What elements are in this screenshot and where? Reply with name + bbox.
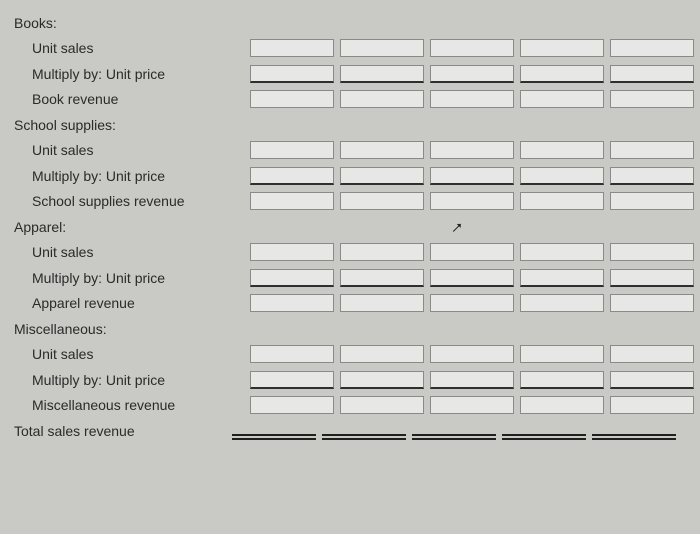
input-cell[interactable]: [430, 396, 514, 414]
input-cell[interactable]: [610, 371, 694, 389]
input-cell[interactable]: [250, 39, 334, 57]
section-header: Books:: [14, 15, 232, 31]
input-cell[interactable]: [430, 371, 514, 389]
input-cell[interactable]: [520, 269, 604, 287]
input-cell[interactable]: [520, 141, 604, 159]
input-cell[interactable]: [502, 422, 586, 440]
input-cell[interactable]: [250, 167, 334, 185]
input-cell[interactable]: [520, 294, 604, 312]
row-label: Unit sales: [14, 40, 250, 56]
row-label: Unit sales: [14, 346, 250, 362]
input-cell[interactable]: [430, 90, 514, 108]
input-cell[interactable]: [610, 90, 694, 108]
input-cell[interactable]: [520, 39, 604, 57]
row-label: Multiply by: Unit price: [14, 270, 250, 286]
input-cell[interactable]: [340, 192, 424, 210]
input-cell[interactable]: [610, 294, 694, 312]
input-cell[interactable]: [430, 141, 514, 159]
row-label: Multiply by: Unit price: [14, 66, 250, 82]
row-label: Multiply by: Unit price: [14, 168, 250, 184]
input-cell[interactable]: [250, 65, 334, 83]
input-cell[interactable]: [340, 90, 424, 108]
input-cell[interactable]: [322, 422, 406, 440]
input-cell[interactable]: [610, 39, 694, 57]
input-cell[interactable]: [250, 396, 334, 414]
input-cell[interactable]: [250, 192, 334, 210]
input-cell[interactable]: [340, 243, 424, 261]
input-cell[interactable]: [340, 294, 424, 312]
row-label: Book revenue: [14, 91, 250, 107]
total-label: Total sales revenue: [14, 423, 232, 439]
input-cell[interactable]: [610, 345, 694, 363]
row-label: Miscellaneous revenue: [14, 397, 250, 413]
input-cell[interactable]: [520, 243, 604, 261]
input-cell[interactable]: [430, 345, 514, 363]
revenue-worksheet: Books: Unit sales Multiply by: Unit price B…: [14, 10, 690, 444]
section-header: Miscellaneous:: [14, 321, 232, 337]
input-cell[interactable]: [250, 243, 334, 261]
input-cell[interactable]: [412, 422, 496, 440]
input-cell[interactable]: [520, 192, 604, 210]
input-cell[interactable]: [250, 345, 334, 363]
input-cell[interactable]: [520, 396, 604, 414]
input-cell[interactable]: [430, 192, 514, 210]
input-cell[interactable]: [610, 192, 694, 210]
input-cell[interactable]: [520, 371, 604, 389]
input-cell[interactable]: [250, 294, 334, 312]
input-cell[interactable]: [340, 167, 424, 185]
input-cell[interactable]: [610, 141, 694, 159]
input-cell[interactable]: [592, 422, 676, 440]
input-cell[interactable]: [340, 141, 424, 159]
input-cell[interactable]: [520, 65, 604, 83]
input-cell[interactable]: [430, 294, 514, 312]
input-cell[interactable]: [430, 65, 514, 83]
row-label: School supplies revenue: [14, 193, 250, 209]
input-cell[interactable]: [250, 90, 334, 108]
input-cell[interactable]: [430, 167, 514, 185]
input-cell[interactable]: [232, 422, 316, 440]
input-cell[interactable]: [610, 269, 694, 287]
section-header: Apparel:: [14, 219, 232, 235]
input-cell[interactable]: [340, 396, 424, 414]
row-label: Multiply by: Unit price: [14, 372, 250, 388]
input-cell[interactable]: [250, 371, 334, 389]
input-cell[interactable]: [610, 396, 694, 414]
input-cell[interactable]: [520, 167, 604, 185]
input-cell[interactable]: [610, 167, 694, 185]
input-cell[interactable]: [520, 90, 604, 108]
input-cell[interactable]: [520, 345, 604, 363]
input-cell[interactable]: [430, 39, 514, 57]
input-cell[interactable]: [340, 371, 424, 389]
row-label: Unit sales: [14, 244, 250, 260]
input-cell[interactable]: [430, 243, 514, 261]
input-cell[interactable]: [250, 269, 334, 287]
input-cell[interactable]: [610, 65, 694, 83]
input-cell[interactable]: [250, 141, 334, 159]
row-label: Apparel revenue: [14, 295, 250, 311]
input-cell[interactable]: [340, 345, 424, 363]
input-cell[interactable]: [340, 39, 424, 57]
section-header: School supplies:: [14, 117, 232, 133]
input-cell[interactable]: [340, 65, 424, 83]
input-cell[interactable]: [340, 269, 424, 287]
input-cell[interactable]: [610, 243, 694, 261]
row-label: Unit sales: [14, 142, 250, 158]
input-cell[interactable]: [430, 269, 514, 287]
